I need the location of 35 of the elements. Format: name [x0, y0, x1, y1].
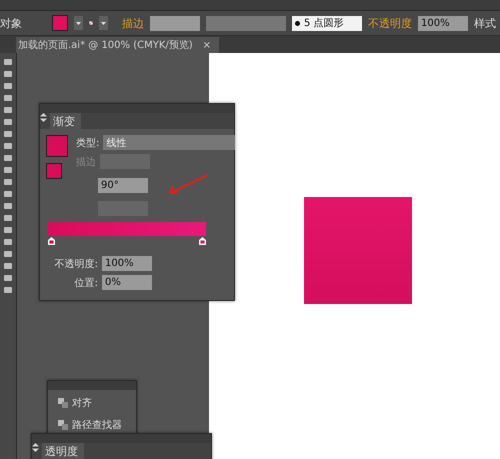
- gradient-swatch[interactable]: [46, 135, 68, 157]
- stroke-weight-field[interactable]: [150, 16, 200, 30]
- close-icon[interactable]: ×: [202, 40, 212, 50]
- style-label[interactable]: 样式: [474, 16, 496, 30]
- panel-tab[interactable]: 渐变: [50, 113, 81, 129]
- panel-icon: [58, 398, 68, 408]
- opacity-field[interactable]: 100%: [102, 256, 152, 271]
- panel-item[interactable]: 路径查找器: [72, 418, 122, 432]
- fill-swatch[interactable]: [46, 163, 62, 179]
- stroke-label[interactable]: 描边: [122, 16, 144, 30]
- location-field[interactable]: 0%: [102, 275, 152, 290]
- brush-field[interactable]: 5 点圆形: [292, 16, 362, 30]
- dot-icon: [295, 20, 300, 26]
- document-tab[interactable]: 加载的页面.ai* @ 100% (CMYK/预览) ×: [16, 37, 220, 53]
- caret-icon: [101, 22, 106, 24]
- color-stop-icon[interactable]: [199, 237, 206, 245]
- collapse-icon[interactable]: [32, 443, 39, 452]
- caret-icon: [76, 22, 81, 24]
- selection-label: 对象: [0, 16, 22, 30]
- panel-icon: [58, 420, 68, 430]
- location-label: 位置:: [74, 276, 98, 290]
- opacity-label[interactable]: 不透明度: [368, 16, 412, 30]
- type-dropdown[interactable]: 线性: [103, 135, 236, 150]
- color-stop-icon[interactable]: [48, 237, 55, 245]
- angle-field[interactable]: 90°: [98, 178, 148, 192]
- opacity-field[interactable]: 100%: [418, 16, 468, 30]
- opacity-label: 不透明度:: [54, 258, 98, 270]
- fill-swatch[interactable]: [52, 15, 68, 31]
- variable-width-field[interactable]: [206, 16, 286, 30]
- stroke-dropdown[interactable]: [99, 16, 108, 30]
- panel-item[interactable]: 对齐: [72, 396, 92, 410]
- collapse-icon[interactable]: [40, 113, 47, 122]
- type-label: 类型:: [76, 136, 100, 150]
- fill-dropdown[interactable]: [74, 16, 83, 30]
- panel-tab[interactable]: 透明度: [42, 443, 84, 459]
